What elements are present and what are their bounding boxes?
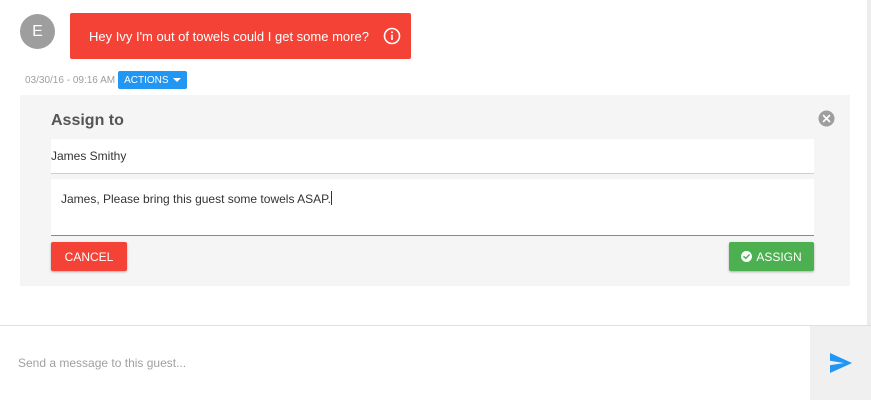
avatar: E	[20, 14, 55, 49]
text-cursor	[330, 191, 332, 205]
message-timestamp: 03/30/16 - 09:16 AM	[25, 74, 116, 86]
assignee-field[interactable]: James Smithy	[51, 139, 814, 174]
cancel-label: CANCEL	[64, 249, 114, 264]
message-composer	[0, 325, 871, 400]
message-input[interactable]	[0, 326, 810, 400]
check-circle-icon	[741, 251, 753, 262]
send-icon	[829, 353, 852, 373]
actions-label: ACTIONS	[124, 74, 169, 86]
assign-panel-title: Assign to	[51, 112, 124, 129]
assignee-value: James Smithy	[51, 149, 127, 163]
cancel-button[interactable]: CANCEL	[51, 242, 127, 271]
avatar-letter: E	[32, 22, 43, 40]
message-text: Hey Ivy I'm out of towels could I get so…	[89, 28, 369, 44]
message-meta: 03/30/16 - 09:16 AM ACTIONS	[25, 71, 187, 89]
actions-dropdown-button[interactable]: ACTIONS	[118, 71, 187, 89]
assignment-note-value: James, Please bring this guest some towe…	[61, 192, 331, 206]
send-button[interactable]	[810, 326, 871, 400]
assign-label: ASSIGN	[756, 249, 802, 264]
close-icon[interactable]	[818, 110, 835, 127]
assign-button[interactable]: ASSIGN	[729, 242, 814, 271]
info-circle-icon[interactable]	[383, 27, 401, 45]
scroll-track	[867, 0, 871, 325]
assign-panel: Assign to James Smithy James, Please bri…	[20, 95, 850, 286]
assignment-note-field[interactable]: James, Please bring this guest some towe…	[51, 179, 814, 236]
caret-down-icon	[172, 78, 181, 82]
message-bubble: Hey Ivy I'm out of towels could I get so…	[70, 13, 411, 59]
